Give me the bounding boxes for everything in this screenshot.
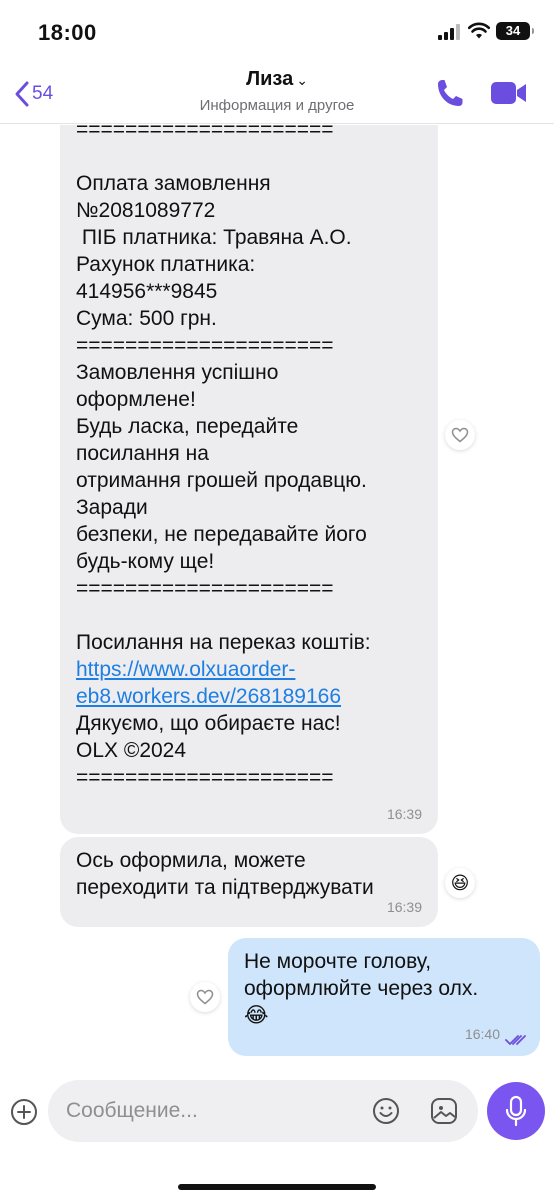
contact-info-button[interactable]: Лиза ⌄ Информация и другое	[0, 68, 554, 114]
message-list[interactable]: ===================== Оплата замовлення …	[0, 125, 554, 1065]
contact-name-text: Лиза	[246, 68, 294, 90]
message-text-line: =====================	[76, 334, 334, 357]
message-text-line: оформлюйте через олх.	[244, 977, 479, 1000]
message-text-line: OLX ©2024	[76, 739, 187, 762]
phone-icon[interactable]	[436, 78, 464, 113]
chat-header: 54 Лиза ⌄ Информация и другое	[0, 62, 554, 124]
message-composer	[0, 1068, 554, 1200]
smiley-icon[interactable]	[372, 1097, 400, 1130]
message-text-line: Сума: 500 грн.	[76, 307, 217, 330]
heart-outline-icon[interactable]	[190, 982, 220, 1012]
message-text-line: переходити та підтверджувати	[76, 876, 374, 899]
message-text-line: Оплата замовлення	[76, 172, 271, 195]
message-time: 16:40	[464, 1026, 500, 1042]
status-time: 18:00	[38, 20, 97, 45]
message-text-line: 414956***9845	[76, 280, 218, 303]
message-text-line: Ось оформила, можете	[76, 849, 306, 872]
message-text-line: будь-кому ще!	[76, 550, 215, 573]
message-bubble-outgoing[interactable]: Не морочте голову, оформлюйте через олх.…	[228, 938, 540, 1056]
contact-subtitle: Информация и другое	[199, 97, 355, 114]
plus-icon[interactable]	[10, 1098, 38, 1131]
sticker-icon[interactable]	[430, 1097, 458, 1130]
status-bar: 18:00 34	[0, 0, 554, 62]
message-text-line: Дякуємо, що обираєте нас!	[76, 712, 341, 735]
message-text-line: №2081089772	[76, 199, 216, 222]
message-text-line	[76, 143, 422, 170]
contact-name: Лиза ⌄	[0, 68, 554, 91]
message-text-line: Замовлення успішно	[76, 361, 279, 384]
message-bubble-incoming[interactable]: Ось оформила, можете переходити та підтв…	[60, 837, 438, 927]
message-bubble-incoming[interactable]: ===================== Оплата замовлення …	[60, 125, 438, 834]
message-link[interactable]: eb8.workers.dev/268189166	[76, 683, 422, 710]
chevron-down-icon: ⌄	[296, 72, 308, 88]
message-text-line: Рахунок платника:	[76, 253, 256, 276]
message-text-line: =====================	[76, 577, 334, 600]
microphone-icon	[505, 1095, 527, 1127]
message-text-line	[76, 602, 422, 629]
message-time: 16:39	[386, 899, 422, 915]
message-time: 16:39	[386, 806, 422, 822]
cellular-signal-icon	[438, 24, 462, 40]
double-check-icon	[505, 1035, 526, 1045]
message-text-line: ПІБ платника: Травяна А.О.	[76, 226, 352, 249]
message-text-line: оформлене!	[76, 388, 196, 411]
video-camera-icon[interactable]	[490, 80, 528, 111]
microphone-button[interactable]	[487, 1082, 545, 1140]
laughing-emoji-reaction[interactable]: 😆	[445, 868, 475, 898]
message-text-line: =====================	[76, 125, 334, 141]
message-input[interactable]	[66, 1080, 356, 1142]
wifi-icon	[467, 22, 491, 40]
message-text-line: безпеки, не передавайте його	[76, 523, 367, 546]
home-indicator[interactable]	[178, 1184, 376, 1190]
message-text-line: посилання на	[76, 442, 209, 465]
message-link[interactable]: https://www.olxuaorder-	[76, 656, 422, 683]
battery-icon: 34	[496, 22, 534, 40]
message-text-line: Посилання на переказ коштів:	[76, 631, 371, 654]
heart-outline-icon[interactable]	[445, 420, 475, 450]
message-text-line: Будь ласка, передайте	[76, 415, 299, 438]
message-text-line: Заради	[76, 496, 148, 519]
message-input-container[interactable]	[48, 1080, 478, 1142]
message-text-line: отримання грошей продавцю.	[76, 469, 367, 492]
message-text-line: =====================	[76, 766, 334, 789]
message-text-line: Не морочте голову,	[244, 950, 432, 973]
